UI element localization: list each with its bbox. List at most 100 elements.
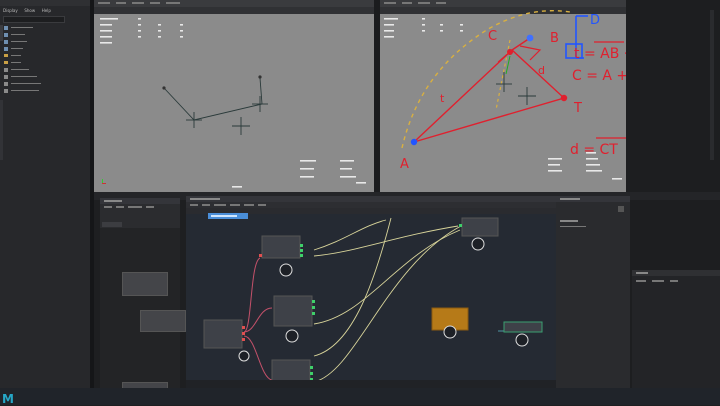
list-item[interactable] bbox=[4, 24, 84, 31]
menu-display[interactable]: Display bbox=[3, 8, 18, 13]
node-port bbox=[242, 338, 245, 341]
list-item[interactable] bbox=[4, 45, 84, 52]
cube-icon bbox=[4, 74, 8, 79]
hud-line bbox=[158, 30, 161, 32]
lower-right-menubar bbox=[632, 270, 720, 276]
hud-line bbox=[180, 30, 183, 32]
list-item[interactable] bbox=[4, 52, 84, 59]
axis-gizmo-y bbox=[102, 179, 103, 183]
mini-node[interactable] bbox=[140, 310, 186, 332]
wire bbox=[313, 225, 459, 257]
node-port bbox=[310, 372, 313, 375]
wire bbox=[313, 225, 462, 383]
node bbox=[203, 319, 243, 349]
wire bbox=[243, 257, 261, 333]
hud-line bbox=[440, 24, 443, 26]
node-editor-left-menubar bbox=[100, 204, 180, 210]
taskbar-logo: M bbox=[2, 392, 14, 406]
menu-placeholder[interactable] bbox=[652, 280, 664, 282]
viewport-left-overlay bbox=[100, 18, 366, 188]
outliner-scrollbar[interactable] bbox=[0, 25, 3, 41]
list-item-label bbox=[11, 82, 41, 85]
close-icon[interactable] bbox=[618, 206, 624, 212]
cube-icon bbox=[4, 88, 8, 93]
list-item[interactable] bbox=[4, 59, 84, 66]
hud-line bbox=[356, 182, 366, 184]
wire bbox=[313, 219, 387, 251]
menu-show[interactable]: Show bbox=[24, 8, 35, 13]
hud-line bbox=[384, 30, 394, 32]
menu-help[interactable]: Help bbox=[42, 8, 51, 13]
menu-placeholder[interactable] bbox=[636, 272, 648, 274]
hud-line bbox=[612, 178, 622, 180]
titlebar-placeholder bbox=[104, 200, 122, 202]
list-item[interactable] bbox=[4, 80, 84, 87]
hud-line bbox=[340, 168, 352, 170]
hud-line bbox=[180, 24, 183, 26]
node bbox=[273, 295, 313, 327]
right-dock-scrollbar[interactable] bbox=[710, 10, 714, 160]
lower-right-panel bbox=[632, 270, 720, 405]
node-port bbox=[312, 300, 315, 303]
list-item[interactable] bbox=[4, 38, 84, 45]
taskbar bbox=[0, 388, 720, 405]
menu-placeholder[interactable] bbox=[146, 206, 154, 208]
hud-line bbox=[100, 24, 112, 26]
hud-line bbox=[422, 30, 425, 32]
hud-line bbox=[158, 36, 161, 38]
node-port bbox=[312, 312, 315, 315]
outliner-search-field[interactable] bbox=[3, 16, 65, 23]
formula-d-ct: d = CT bbox=[570, 142, 618, 158]
menu-placeholder[interactable] bbox=[104, 206, 112, 208]
list-item[interactable] bbox=[4, 87, 84, 94]
node-green bbox=[503, 321, 543, 333]
list-item-label bbox=[11, 33, 25, 36]
attr-line bbox=[560, 225, 586, 227]
curve-line bbox=[163, 77, 263, 121]
mini-node[interactable] bbox=[122, 272, 168, 296]
point-b bbox=[526, 34, 534, 42]
hud-line bbox=[180, 36, 183, 38]
label-d: d bbox=[538, 64, 545, 77]
folder-icon bbox=[4, 61, 8, 64]
hud-line bbox=[586, 170, 602, 172]
menu-placeholder[interactable] bbox=[670, 280, 678, 282]
cube-icon bbox=[4, 25, 8, 30]
hud-line bbox=[340, 160, 354, 162]
axis-gizmo-x bbox=[102, 183, 106, 184]
list-item[interactable] bbox=[4, 31, 84, 38]
hud-line bbox=[384, 18, 398, 20]
node-editor-left bbox=[100, 198, 186, 405]
attribute-panel bbox=[556, 196, 630, 405]
list-item-label bbox=[11, 47, 23, 50]
viewport-left[interactable] bbox=[94, 0, 374, 192]
menu-placeholder[interactable] bbox=[116, 206, 124, 208]
node-editor bbox=[186, 196, 556, 405]
node-port bbox=[242, 332, 245, 335]
list-item-label bbox=[11, 61, 21, 64]
annotation-arrow-tick bbox=[519, 45, 542, 61]
attr-line bbox=[560, 220, 578, 222]
titlebar-placeholder bbox=[560, 198, 580, 200]
outliner-scrollbar-lower[interactable] bbox=[0, 100, 3, 160]
label-c: C bbox=[488, 29, 497, 44]
node-dial bbox=[515, 333, 529, 347]
formula-d: D bbox=[590, 13, 600, 28]
node-port bbox=[300, 254, 303, 257]
outliner-titlebar bbox=[0, 0, 90, 6]
menu-placeholder[interactable] bbox=[128, 206, 142, 208]
cube-icon bbox=[4, 67, 8, 72]
menu-placeholder[interactable] bbox=[636, 280, 646, 282]
hud-line bbox=[460, 30, 463, 32]
label-a: A bbox=[400, 157, 409, 172]
label-t-lower: t bbox=[440, 92, 445, 105]
node-editor-left-tab[interactable] bbox=[102, 222, 122, 227]
attribute-panel-body bbox=[560, 220, 624, 236]
node-graph bbox=[203, 217, 543, 387]
outliner-panel: Display Show Help bbox=[0, 0, 90, 405]
node-port bbox=[312, 306, 315, 309]
list-item[interactable] bbox=[4, 66, 84, 73]
list-item[interactable] bbox=[4, 73, 84, 80]
hud-line bbox=[422, 18, 425, 20]
node-port bbox=[259, 254, 262, 257]
